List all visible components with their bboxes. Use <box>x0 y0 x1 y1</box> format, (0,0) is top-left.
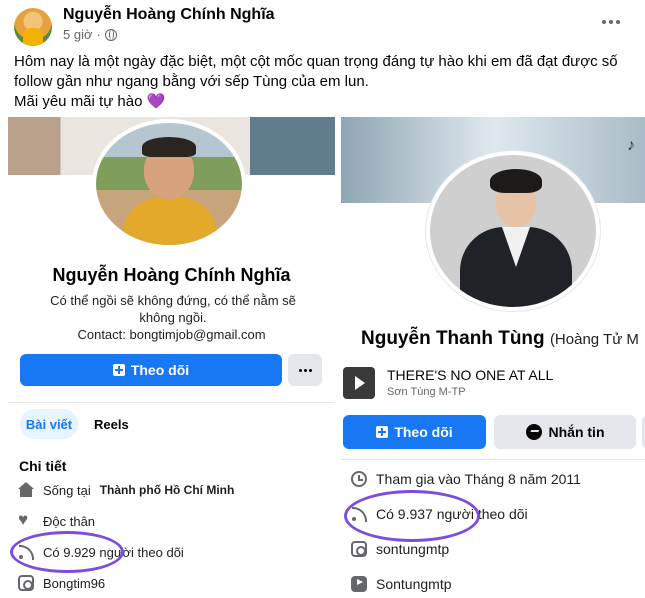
right-profile-screenshot: ♪ Nguyễn Thanh Tùng (Hoàng Tử M THERE'S … <box>341 117 645 598</box>
detail-joined: Tham gia vào Tháng 8 năm 2011 <box>351 471 581 487</box>
globe-icon <box>104 28 117 41</box>
detail-followers-text[interactable]: Có 9.937 người theo dõi <box>376 506 528 522</box>
post-author-name[interactable]: Nguyễn Hoàng Chính Nghĩa <box>63 6 275 24</box>
heart-icon <box>18 510 34 530</box>
youtube-icon <box>351 576 367 592</box>
follow-button-label: Theo dõi <box>394 424 453 440</box>
profile-name: Nguyễn Hoàng Chính Nghĩa <box>52 265 291 285</box>
divider <box>8 402 335 403</box>
profile-picture <box>426 151 600 311</box>
rss-icon <box>351 506 367 522</box>
detail-relationship-text: Độc thân <box>43 513 96 529</box>
detail-youtube-text[interactable]: Sontungmtp <box>376 576 452 592</box>
follow-button[interactable]: Theo dõi <box>20 354 282 386</box>
home-icon <box>18 482 34 498</box>
detail-youtube: Sontungmtp <box>351 576 452 592</box>
post-header: Nguyễn Hoàng Chính Nghĩa 5 giờ · <box>0 0 645 48</box>
profile-alt-name: (Hoàng Tử M <box>549 331 639 348</box>
post-text-line: follow gần như ngang bằng với sếp Tùng c… <box>14 73 369 90</box>
message-button[interactable]: Nhắn tin <box>494 415 636 449</box>
music-note-icon: ♪ <box>627 137 635 154</box>
detail-instagram-text[interactable]: sontungmtp <box>376 541 449 557</box>
rss-icon <box>18 544 34 560</box>
detail-followers: Có 9.929 người theo dõi <box>18 544 184 560</box>
music-title[interactable]: THERE'S NO ONE AT ALL <box>387 367 553 383</box>
detail-instagram: Bongtim96 <box>18 575 105 591</box>
post-meta-dot: · <box>96 27 101 42</box>
more-button[interactable] <box>288 354 322 386</box>
instagram-icon <box>351 541 367 557</box>
profile-contact: Contact: bongtimjob@gmail.com <box>77 327 266 342</box>
follow-button-label: Theo dõi <box>130 362 190 378</box>
detail-lives-prefix: Sống tại <box>43 482 91 498</box>
message-button-label: Nhắn tin <box>548 424 605 440</box>
post-text: Hôm nay là một ngày đặc biệt, một cột mố… <box>14 52 634 112</box>
details-title: Chi tiết <box>19 458 67 474</box>
post-time[interactable]: 5 giờ <box>63 27 93 42</box>
plus-icon <box>112 364 125 376</box>
detail-lives-city[interactable]: Thành phố Hồ Chí Minh <box>100 483 235 497</box>
follow-button[interactable]: Theo dõi <box>343 415 486 449</box>
post-text-line: Hôm nay là một ngày đặc biệt, một cột mố… <box>14 53 618 70</box>
play-icon[interactable] <box>343 367 375 399</box>
profile-picture <box>92 119 246 249</box>
messenger-icon <box>525 424 542 440</box>
detail-relationship: Độc thân <box>18 510 96 530</box>
tab-posts[interactable]: Bài viết <box>20 409 78 439</box>
instagram-icon <box>18 575 34 591</box>
post-text-line: Mãi yêu mãi tự hào 💜 <box>14 93 166 110</box>
author-avatar[interactable] <box>14 8 52 46</box>
detail-followers: Có 9.937 người theo dõi <box>351 506 528 522</box>
profile-name: Nguyễn Thanh Tùng (Hoàng Tử M <box>361 328 639 350</box>
detail-instagram: sontungmtp <box>351 541 449 557</box>
profile-name-main: Nguyễn Thanh Tùng <box>361 328 545 349</box>
music-artist: Sơn Tùng M-TP <box>387 386 466 398</box>
plus-icon <box>376 426 389 438</box>
more-options-icon[interactable] <box>599 12 623 32</box>
tab-reels[interactable]: Reels <box>94 417 129 432</box>
clock-icon <box>351 471 367 487</box>
detail-followers-text[interactable]: Có 9.929 người theo dõi <box>43 545 184 560</box>
profile-bio: Có thể ngồi sẽ không đứng, có thể nằm sẽ… <box>50 293 296 325</box>
detail-instagram-text[interactable]: Bongtim96 <box>43 576 105 591</box>
divider <box>341 459 645 460</box>
left-profile-screenshot: Nguyễn Hoàng Chính Nghĩa Có thể ngồi sẽ … <box>8 117 335 598</box>
detail-joined-text: Tham gia vào Tháng 8 năm 2011 <box>376 471 581 487</box>
post-meta: 5 giờ · <box>63 27 117 42</box>
detail-lives: Sống tại Thành phố Hồ Chí Minh <box>18 482 234 498</box>
